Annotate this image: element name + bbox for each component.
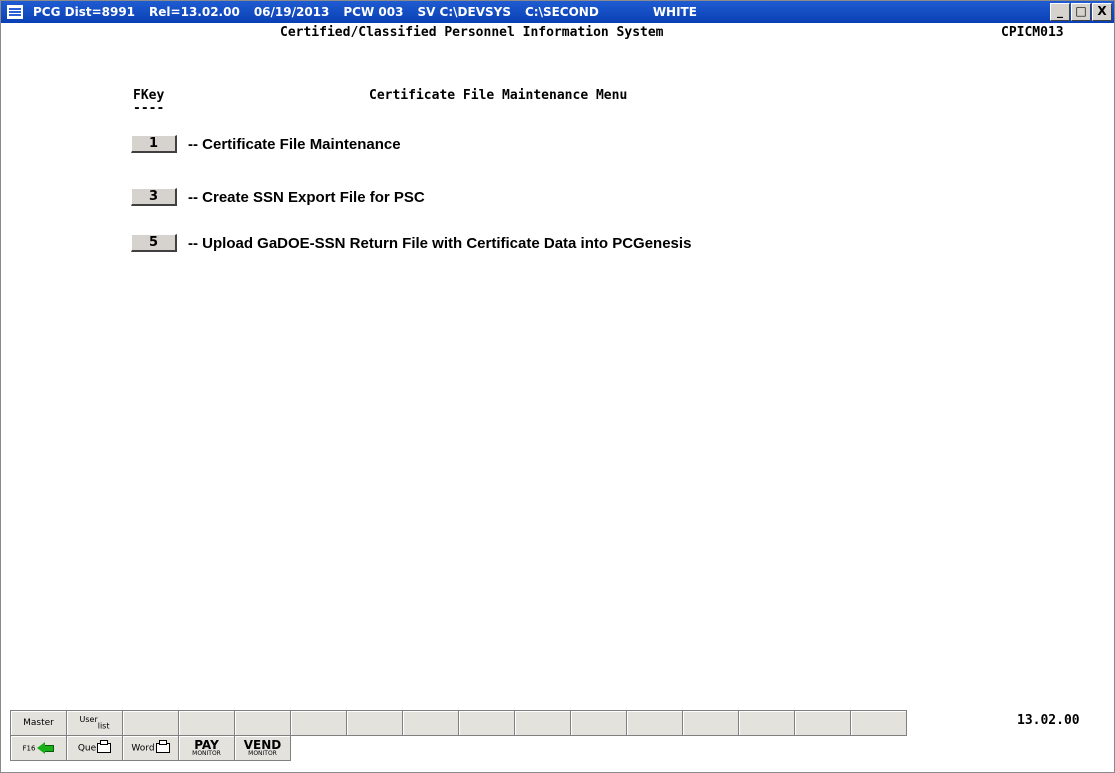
printer-icon [97, 739, 112, 753]
window-controls: _ □ X [1049, 3, 1112, 21]
title-second: C:\SECOND [524, 5, 599, 19]
toolbar-slot[interactable] [458, 710, 515, 736]
back-arrow-icon [37, 742, 46, 754]
menu-item-label: -- Certificate File Maintenance [188, 135, 401, 153]
version-label: 13.02.00 [1017, 713, 1080, 728]
menu-item: 5 -- Upload GaDOE-SSN Return File with C… [131, 233, 691, 253]
app-window: PCG Dist=8991 Rel=13.02.00 06/19/2013 PC… [0, 0, 1115, 773]
toolbar-slot[interactable] [682, 710, 739, 736]
vend-label: VEND [243, 737, 282, 752]
pay-label: PAY [194, 737, 219, 752]
fkey-3-button[interactable]: 3 [131, 188, 177, 206]
toolbar-slot[interactable] [738, 710, 795, 736]
system-title: Certified/Classified Personnel Informati… [280, 25, 664, 40]
menu-item-label: -- Create SSN Export File for PSC [188, 188, 425, 206]
printer-icon [155, 739, 170, 753]
queue-print-button[interactable]: Que [66, 735, 123, 761]
fkey-1-button[interactable]: 1 [131, 135, 177, 153]
master-button[interactable]: Master [10, 710, 67, 736]
function-toolbar: Master Userlist F16 Que Word PAY MONITOR … [10, 710, 907, 761]
que-label: Que [77, 743, 97, 754]
toolbar-slot[interactable] [514, 710, 571, 736]
pay-monitor-label: MONITOR [192, 749, 221, 757]
menu-title: Certificate File Maintenance Menu [369, 88, 628, 103]
toolbar-slot[interactable] [402, 710, 459, 736]
minimize-button[interactable]: _ [1050, 3, 1070, 21]
f16-back-button[interactable]: F16 [10, 735, 67, 761]
user-label: User [79, 715, 98, 725]
word-print-button[interactable]: Word [122, 735, 179, 761]
title-release: Rel=13.02.00 [149, 5, 240, 19]
vend-monitor-button[interactable]: VEND MONITOR [234, 735, 291, 761]
title-devsys: SV C:\DEVSYS [417, 5, 511, 19]
word-label: Word [131, 743, 155, 754]
pay-monitor-button[interactable]: PAY MONITOR [178, 735, 235, 761]
toolbar-slot[interactable] [626, 710, 683, 736]
toolbar-slot[interactable] [794, 710, 851, 736]
toolbar-slot[interactable] [122, 710, 179, 736]
toolbar-slot[interactable] [346, 710, 403, 736]
app-menu-icon[interactable] [7, 5, 23, 19]
restore-button[interactable]: □ [1071, 3, 1091, 21]
toolbar-slot[interactable] [850, 710, 907, 736]
toolbar-slot[interactable] [290, 710, 347, 736]
title-date: 06/19/2013 [253, 5, 330, 19]
title-user: WHITE [652, 5, 697, 19]
back-arrow-tail-icon [45, 744, 55, 752]
title-bar: PCG Dist=8991 Rel=13.02.00 06/19/2013 PC… [1, 1, 1114, 23]
master-label: Master [23, 718, 54, 728]
toolbar-slot[interactable] [234, 710, 291, 736]
program-id: CPICM013 [1001, 25, 1064, 40]
f16-label: F16 [22, 744, 36, 753]
fkey-underline: ---- [133, 101, 165, 116]
toolbar-slot[interactable] [570, 710, 627, 736]
title-district: PCG Dist=8991 [33, 5, 136, 19]
close-button[interactable]: X [1092, 3, 1112, 21]
menu-item-label: -- Upload GaDOE-SSN Return File with Cer… [188, 234, 692, 252]
toolbar-slot[interactable] [178, 710, 235, 736]
menu-item: 1 -- Certificate File Maintenance [131, 134, 401, 154]
menu-item: 3 -- Create SSN Export File for PSC [131, 187, 425, 207]
title-pcw: PCW 003 [343, 5, 404, 19]
list-label: list [97, 721, 110, 731]
user-list-button[interactable]: Userlist [66, 710, 123, 736]
fkey-5-button[interactable]: 5 [131, 234, 177, 252]
